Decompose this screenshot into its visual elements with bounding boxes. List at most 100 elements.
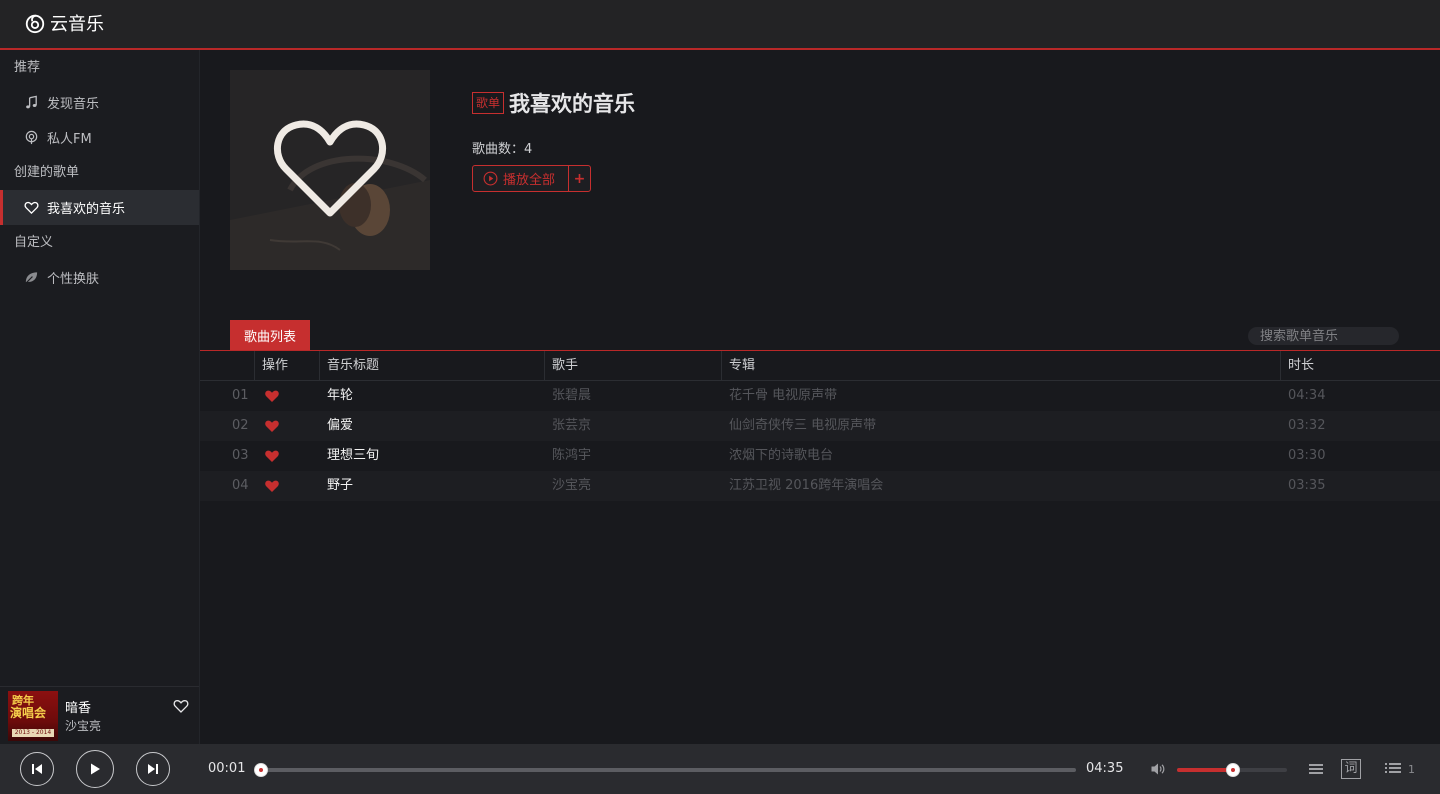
row-index: 04 <box>232 478 249 493</box>
header-title[interactable]: 音乐标题 <box>319 351 545 381</box>
table-row[interactable]: 01 年轮 张碧晨 花千骨 电视原声带 04:34 <box>200 381 1440 411</box>
play-mode-list-icon[interactable] <box>1307 760 1325 778</box>
header-action: 操作 <box>255 351 320 381</box>
liked-heart-icon[interactable] <box>264 388 280 404</box>
current-time: 00:01 <box>208 761 246 776</box>
next-button[interactable] <box>136 752 170 786</box>
music-note-icon <box>26 95 37 109</box>
table-header: 操作 音乐标题 歌手 专辑 时长 <box>200 351 1440 381</box>
row-title[interactable]: 偏爱 <box>327 411 353 441</box>
heart-outline-icon <box>24 201 39 215</box>
row-index: 02 <box>232 418 249 433</box>
play-circle-icon <box>483 171 498 186</box>
header-label: 专辑 <box>729 358 756 373</box>
row-album[interactable]: 仙剑奇侠传三 电视原声带 <box>729 411 876 441</box>
skip-back-icon <box>32 764 42 774</box>
row-artist[interactable]: 张芸京 <box>552 411 591 441</box>
column-divider <box>254 351 255 381</box>
volume-handle[interactable] <box>1226 763 1241 777</box>
cover-text: 演唱会 <box>10 706 47 720</box>
tab-song-list[interactable]: 歌曲列表 <box>230 320 310 350</box>
sidebar-group-recommend: 推荐 <box>14 60 41 75</box>
like-heart-icon[interactable] <box>173 698 189 714</box>
row-index: 01 <box>232 388 249 403</box>
header-album[interactable]: 专辑 <box>721 351 1281 381</box>
sidebar-item-label: 发现音乐 <box>47 97 100 112</box>
sidebar-item-label: 个性换肤 <box>47 272 100 287</box>
table-row[interactable]: 03 理想三旬 陈鸿宇 浓烟下的诗歌电台 03:30 <box>200 441 1440 471</box>
playlist-cover <box>230 70 430 270</box>
tab-bar: 歌曲列表 <box>200 320 1440 351</box>
row-index: 03 <box>232 448 249 463</box>
sidebar-group-created-playlists: 创建的歌单 <box>14 165 80 180</box>
sidebar-item-skin[interactable]: 个性换肤 <box>0 260 199 295</box>
now-playing-cover[interactable]: 跨年 演唱会 2013 - 2014 <box>8 691 58 741</box>
row-artist[interactable]: 沙宝亮 <box>552 471 591 501</box>
main-content: 歌单 我喜欢的音乐 歌曲数：4 播放全部 + 歌曲列表 操作 音乐标题 歌手 <box>200 50 1440 744</box>
row-title[interactable]: 年轮 <box>327 381 353 411</box>
play-icon <box>91 763 100 775</box>
sidebar-item-discover-music[interactable]: 发现音乐 <box>0 85 199 120</box>
sidebar-item-liked-music[interactable]: 我喜欢的音乐 <box>0 190 199 225</box>
header-label: 歌手 <box>552 358 579 373</box>
row-title[interactable]: 理想三旬 <box>327 441 379 471</box>
playlist-queue-icon[interactable] <box>1384 760 1402 778</box>
table-row[interactable]: 04 野子 沙宝亮 江苏卫视 2016跨年演唱会 03:35 <box>200 471 1440 501</box>
play-all-group: 播放全部 + <box>472 165 591 192</box>
header-artist[interactable]: 歌手 <box>544 351 722 381</box>
radio-icon <box>25 130 38 145</box>
row-album[interactable]: 花千骨 电视原声带 <box>729 381 837 411</box>
search-input[interactable] <box>1248 327 1399 345</box>
play-button[interactable] <box>76 750 114 788</box>
sidebar-item-label: 我喜欢的音乐 <box>47 202 126 217</box>
row-album[interactable]: 江苏卫视 2016跨年演唱会 <box>729 471 883 501</box>
volume-icon[interactable] <box>1150 761 1166 777</box>
playlist-tag-badge: 歌单 <box>472 92 505 114</box>
top-bar: 云音乐 <box>0 0 1440 50</box>
row-artist[interactable]: 陈鸿宇 <box>552 441 591 471</box>
row-duration: 03:30 <box>1288 448 1326 463</box>
song-count-label: 歌曲数： <box>472 142 525 157</box>
sidebar-item-label: 私人FM <box>47 132 92 147</box>
volume-slider[interactable] <box>1177 763 1287 777</box>
netease-logo-icon <box>25 14 45 34</box>
song-count: 歌曲数：4 <box>472 138 532 157</box>
row-duration: 03:32 <box>1288 418 1326 433</box>
header-label: 操作 <box>262 358 289 373</box>
leaf-icon <box>25 272 38 284</box>
playlist-header: 歌单 我喜欢的音乐 <box>472 88 635 118</box>
row-title[interactable]: 野子 <box>327 471 353 501</box>
row-duration: 03:35 <box>1288 478 1326 493</box>
now-playing-title[interactable]: 暗香 <box>65 697 91 716</box>
previous-button[interactable] <box>20 752 54 786</box>
liked-heart-icon[interactable] <box>264 478 280 494</box>
now-playing-artist[interactable]: 沙宝亮 <box>65 717 101 734</box>
table-row[interactable]: 02 偏爱 张芸京 仙剑奇侠传三 电视原声带 03:32 <box>200 411 1440 441</box>
add-all-button[interactable]: + <box>569 166 590 191</box>
app-name: 云音乐 <box>50 14 104 35</box>
row-artist[interactable]: 张碧晨 <box>552 381 591 411</box>
liked-heart-icon[interactable] <box>264 418 280 434</box>
song-table: 操作 音乐标题 歌手 专辑 时长 01 年轮 张碧晨 花千骨 电视原声带 04:… <box>200 351 1440 501</box>
sidebar-group-custom: 自定义 <box>14 235 54 250</box>
queue-count: 1 <box>1408 763 1415 776</box>
progress-bar[interactable] <box>254 763 1076 777</box>
row-album[interactable]: 浓烟下的诗歌电台 <box>729 441 833 471</box>
player-bar: 00:01 04:35 词 1 <box>0 744 1440 794</box>
app-brand[interactable]: 云音乐 <box>24 10 104 36</box>
play-all-button[interactable]: 播放全部 <box>473 166 569 191</box>
sidebar-item-private-fm[interactable]: 私人FM <box>0 120 199 155</box>
volume-fill <box>1177 768 1234 772</box>
playlist-title: 我喜欢的音乐 <box>509 92 636 116</box>
header-duration[interactable]: 时长 <box>1280 351 1440 381</box>
total-time: 04:35 <box>1086 761 1124 776</box>
sidebar: 推荐 发现音乐 私人FM 创建的歌单 我喜欢的音乐 自定义 个性换肤 跨年 演唱… <box>0 50 200 744</box>
header-label: 音乐标题 <box>327 358 380 373</box>
skip-forward-icon <box>148 764 158 774</box>
lyrics-button[interactable]: 词 <box>1341 759 1361 779</box>
cover-text: 2013 - 2014 <box>12 729 54 737</box>
liked-heart-icon[interactable] <box>264 448 280 464</box>
progress-handle[interactable] <box>254 763 269 777</box>
row-duration: 04:34 <box>1288 388 1326 403</box>
now-playing-card[interactable]: 跨年 演唱会 2013 - 2014 暗香 沙宝亮 <box>0 686 199 744</box>
